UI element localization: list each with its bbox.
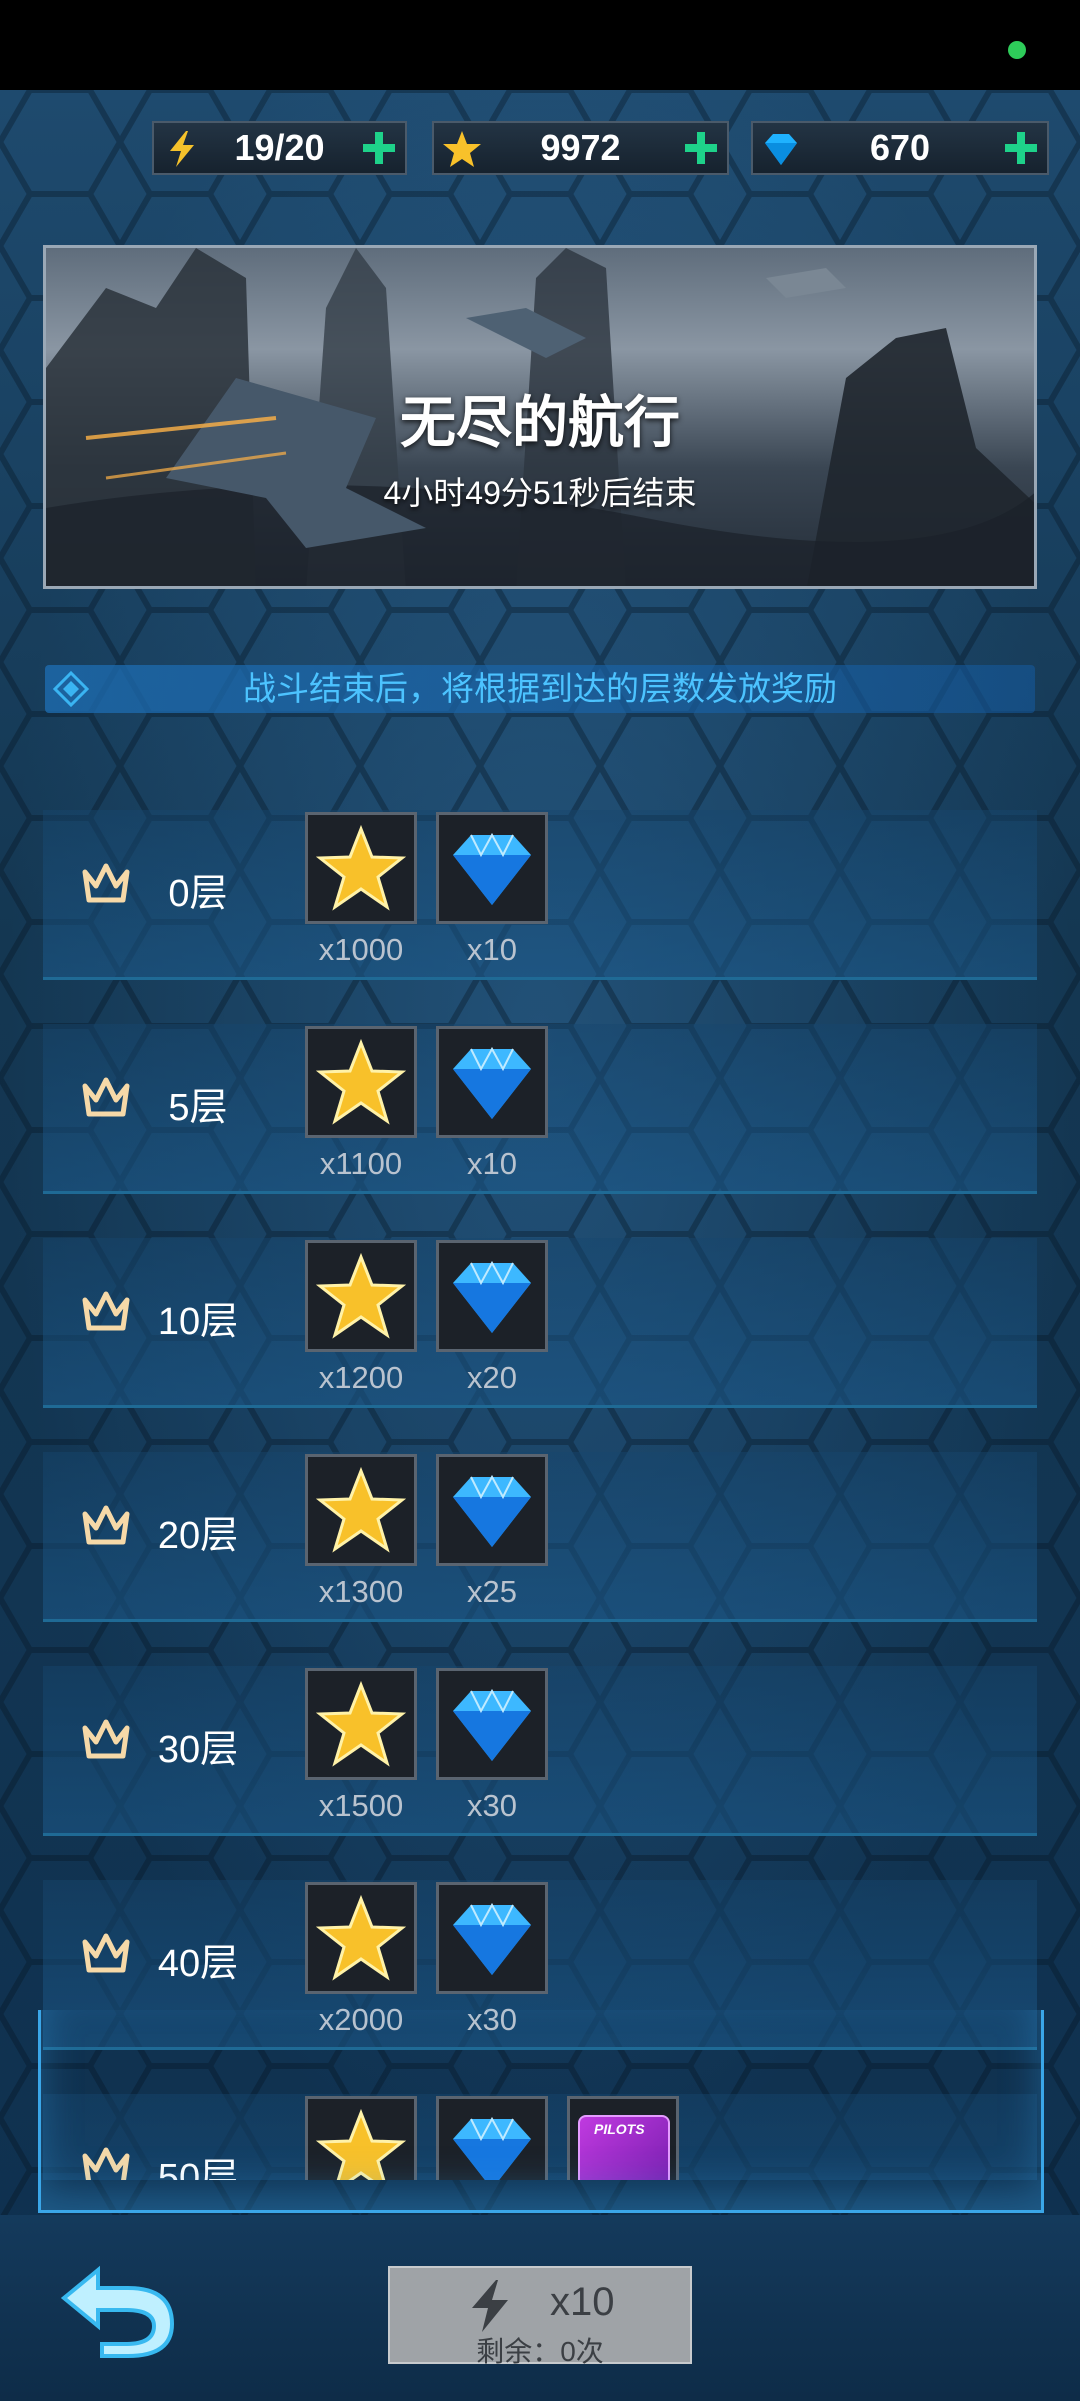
diamond-icon	[453, 1474, 531, 1547]
tier-row: 50层 PILOTS	[43, 2064, 1037, 2180]
gem-reward-quantity: x30	[467, 1788, 517, 1823]
crown-icon	[82, 2147, 130, 2180]
tier-label: 20层	[157, 1515, 239, 1557]
star-reward-slot[interactable]	[305, 1026, 417, 1138]
star-icon	[315, 824, 407, 911]
status-bar	[0, 0, 1080, 90]
gem-reward-slot[interactable]	[436, 1882, 548, 1994]
gem-reward-quantity: x20	[467, 1360, 517, 1395]
coins-counter: 9972	[432, 121, 729, 175]
event-banner: 无尽的航行 4小时49分51秒后结束	[43, 245, 1037, 589]
tier-row: 0层 x1000 x10	[43, 780, 1037, 980]
diamond-icon	[453, 1046, 531, 1119]
star-icon	[315, 1252, 407, 1339]
star-reward-slot[interactable]	[305, 1454, 417, 1566]
gem-reward-quantity: x10	[467, 932, 517, 967]
star-reward-quantity: x1300	[318, 1574, 404, 1609]
crown-icon	[82, 863, 130, 903]
crown-icon	[82, 1933, 130, 1973]
tier-list[interactable]: 0层 x1000 x10 5层 x1100 x10 10层 x1200 x20 …	[0, 780, 1080, 2180]
gems-value: 670	[869, 127, 931, 168]
lightning-icon	[472, 2280, 508, 2332]
crown-icon	[82, 1291, 130, 1331]
gems-counter: 670	[751, 121, 1049, 175]
star-reward-slot[interactable]	[305, 1668, 417, 1780]
add-gems-button[interactable]	[1001, 128, 1041, 168]
gem-reward-quantity: x30	[467, 2002, 517, 2037]
diamond-icon	[453, 832, 531, 905]
energy-value: 19/20	[234, 127, 325, 168]
add-energy-button[interactable]	[359, 128, 399, 168]
tier-row: 30层 x1500 x30	[43, 1636, 1037, 1836]
energy-counter: 19/20	[152, 121, 407, 175]
pilot-ticket-icon: PILOTS	[578, 2115, 670, 2180]
star-icon	[443, 131, 481, 167]
star-reward-slot[interactable]	[305, 1240, 417, 1352]
tier-label: 10层	[157, 1301, 239, 1343]
event-timer: 4小时49分51秒后结束	[383, 475, 697, 511]
star-reward-slot[interactable]	[305, 812, 417, 924]
start-battle-button[interactable]: x10 剩余：0次	[388, 2266, 692, 2367]
gem-reward-slot[interactable]	[436, 1240, 548, 1352]
tier-row: 10层 x1200 x20	[43, 1208, 1037, 1408]
diamond-icon	[453, 2116, 531, 2180]
back-arrow-icon[interactable]	[58, 2262, 176, 2358]
pilot-ticket-slot[interactable]: PILOTS	[567, 2096, 679, 2180]
crown-icon	[82, 1719, 130, 1759]
diamond-icon	[765, 134, 797, 165]
lightning-icon	[170, 131, 194, 167]
gem-reward-slot[interactable]	[436, 2096, 548, 2180]
star-reward-quantity: x1000	[318, 932, 404, 967]
gem-reward-slot[interactable]	[436, 812, 548, 924]
energy-cost: x10	[550, 2280, 615, 2324]
star-reward-quantity: x1200	[318, 1360, 404, 1395]
diamond-icon	[453, 1902, 531, 1975]
tier-label: 40层	[157, 1943, 239, 1985]
tier-row: 5层 x1100 x10	[43, 994, 1037, 1194]
tier-label: 50层	[157, 2157, 239, 2180]
add-coins-button[interactable]	[681, 128, 721, 168]
gem-reward-quantity: x25	[467, 1574, 517, 1609]
star-icon	[315, 1894, 407, 1981]
reward-info-text: 战斗结束后，将根据到达的层数发放奖励	[243, 670, 837, 707]
diamond-icon	[453, 1260, 531, 1333]
status-indicator-dot	[1008, 41, 1026, 59]
star-icon	[315, 1680, 407, 1767]
star-reward-quantity: x1100	[319, 1146, 403, 1181]
event-title: 无尽的航行	[400, 391, 680, 454]
crown-icon	[82, 1505, 130, 1545]
reward-info-bar: 战斗结束后，将根据到达的层数发放奖励	[45, 665, 1035, 713]
tier-label: 5层	[168, 1087, 228, 1129]
tier-label: 0层	[168, 873, 228, 915]
gem-reward-slot[interactable]	[436, 1668, 548, 1780]
tier-row: 40层 x2000 x30	[43, 1850, 1037, 2050]
star-icon	[315, 1466, 407, 1553]
pilot-ticket-label: PILOTS	[594, 2121, 645, 2137]
star-reward-quantity: x1500	[318, 1788, 404, 1823]
star-reward-slot[interactable]	[305, 1882, 417, 1994]
gem-reward-slot[interactable]	[436, 1454, 548, 1566]
gem-reward-slot[interactable]	[436, 1026, 548, 1138]
star-icon	[315, 2108, 407, 2180]
remaining-attempts: 剩余：0次	[476, 2336, 604, 2367]
tier-row: 20层 x1300 x25	[43, 1422, 1037, 1622]
star-reward-quantity: x2000	[318, 2002, 404, 2037]
crown-icon	[82, 1077, 130, 1117]
diamond-icon	[453, 1688, 531, 1761]
gem-reward-quantity: x10	[467, 1146, 517, 1181]
star-icon	[315, 1038, 407, 1125]
coins-value: 9972	[540, 127, 621, 168]
star-reward-slot[interactable]	[305, 2096, 417, 2180]
tier-label: 30层	[157, 1729, 239, 1771]
